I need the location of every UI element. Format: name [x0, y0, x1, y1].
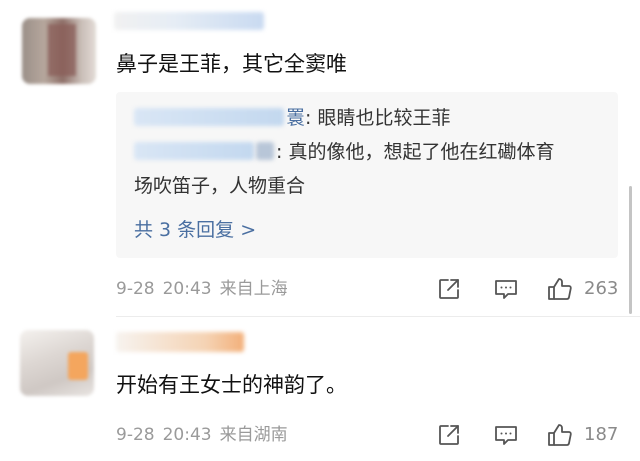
scrollbar[interactable]: [629, 186, 632, 314]
username-blurred[interactable]: [116, 332, 244, 352]
reply-username-blurred[interactable]: [134, 142, 254, 160]
timestamp: 9-28 20:43 来自湖南: [116, 424, 288, 446]
avatar[interactable]: [20, 330, 94, 396]
reply-text: : 真的像他，想起了他在红磡体育: [276, 141, 555, 163]
reply-item: : 真的像他，想起了他在红磡体育: [134, 138, 554, 166]
more-replies-link[interactable]: 共 3 条回复 >: [134, 216, 256, 244]
reply-username-suffix[interactable]: 瞏: [286, 107, 305, 129]
username-blurred[interactable]: [114, 12, 264, 30]
like-button[interactable]: 263: [546, 275, 618, 303]
date: 9-28: [116, 279, 155, 299]
avatar[interactable]: [22, 18, 96, 84]
share-icon: [436, 422, 462, 448]
comment-meta: 9-28 20:43 来自湖南 187: [116, 421, 620, 449]
like-button[interactable]: 187: [546, 421, 618, 449]
share-button[interactable]: [436, 275, 462, 303]
comment-icon: [492, 422, 520, 448]
timestamp: 9-28 20:43 来自上海: [116, 278, 288, 300]
reply-box[interactable]: 瞏: 眼睛也比较王菲 : 真的像他，想起了他在红磡体育 场吹笛子，人物重合 共 …: [116, 92, 618, 258]
comment-button[interactable]: [492, 421, 520, 449]
reply-item: 瞏: 眼睛也比较王菲: [134, 104, 450, 132]
like-count: 263: [584, 278, 619, 299]
comment-text: 开始有王女士的神韵了。: [116, 373, 347, 397]
like-icon: [546, 276, 574, 302]
share-icon: [436, 276, 462, 302]
reply-username-blurred-tail[interactable]: [256, 142, 274, 160]
time: 20:43: [162, 425, 212, 445]
reply-username-blurred[interactable]: [134, 108, 284, 126]
comment-meta: 9-28 20:43 来自上海 263: [116, 275, 620, 303]
date: 9-28: [116, 425, 155, 445]
comment-icon: [492, 276, 520, 302]
like-count: 187: [584, 424, 619, 445]
time: 20:43: [162, 279, 212, 299]
comment-button[interactable]: [492, 275, 520, 303]
share-button[interactable]: [436, 421, 462, 449]
reply-text-continued: 场吹笛子，人物重合: [134, 175, 306, 197]
reply-text: : 眼睛也比较王菲: [305, 107, 451, 129]
like-icon: [546, 422, 574, 448]
location: 来自湖南: [219, 425, 288, 445]
divider: [116, 316, 640, 317]
location: 来自上海: [219, 279, 288, 299]
comment-text: 鼻子是王菲，其它全窦唯: [116, 52, 347, 76]
